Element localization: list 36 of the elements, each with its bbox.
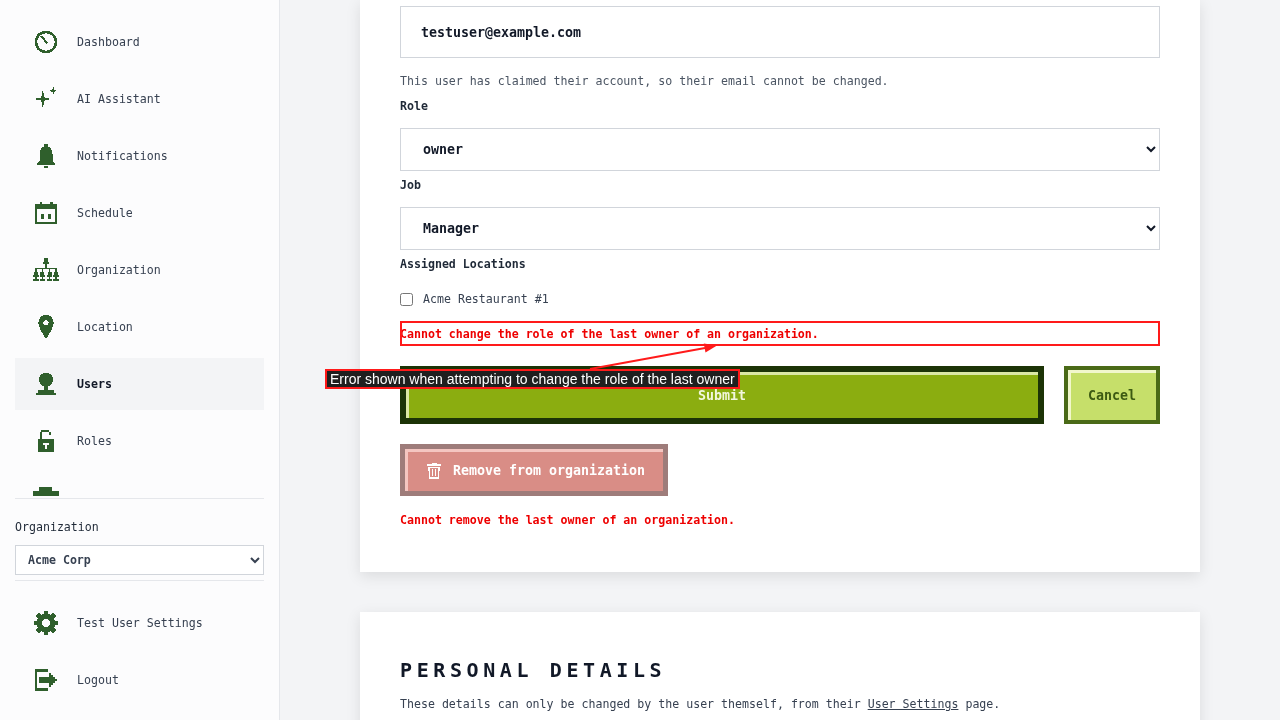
role-select[interactable]: owner <box>400 128 1160 171</box>
nav-item[interactable]: Organization <box>15 244 264 296</box>
person-icon <box>33 371 59 397</box>
cancel-button[interactable]: Cancel <box>1064 366 1160 424</box>
remove-error-text: Cannot remove the last owner of an organization. <box>400 513 736 527</box>
role-error-text: Cannot change the role of the last owner of an organization. <box>400 327 819 341</box>
org-chart-icon <box>33 257 59 283</box>
user-settings-link[interactable]: User Settings <box>867 697 959 711</box>
email-help-text: This user has claimed their account, so their email cannot be changed. <box>400 74 889 88</box>
section-title: PERSONAL DETAILS <box>400 657 667 683</box>
nav-item[interactable]: Test User Settings <box>15 597 264 649</box>
cut-off-icon <box>33 487 59 496</box>
locations-label: Assigned Locations <box>400 257 526 271</box>
nav-item[interactable]: Notifications <box>15 130 264 182</box>
nav-item[interactable]: Logout <box>15 654 264 706</box>
role-label: Role <box>400 99 428 113</box>
nav-item[interactable]: Users <box>15 358 264 410</box>
location-option-label: Acme Restaurant #1 <box>423 292 549 306</box>
email-field[interactable]: testuser@example.com <box>400 6 1160 58</box>
exit-arrow-icon <box>33 667 59 693</box>
trash-icon <box>426 461 442 479</box>
annotation-label: Error shown when attempting to change the role of the last owner <box>325 369 740 389</box>
nav-item[interactable]: AI Assistant <box>15 73 264 125</box>
organization-label: Organization <box>15 520 99 534</box>
nav-item[interactable]: Dashboard <box>15 16 264 68</box>
nav-item[interactable]: Schedule <box>15 187 264 239</box>
job-label: Job <box>400 178 421 192</box>
calendar-icon <box>33 200 59 226</box>
location-checkbox[interactable] <box>400 292 413 306</box>
gauge-icon <box>33 29 59 55</box>
nav-item[interactable]: Location <box>15 301 264 353</box>
details-note: These details can only be changed by the user themself, from their User Settings page. <box>400 697 1001 711</box>
gear-icon <box>33 610 59 636</box>
job-select[interactable]: Manager <box>400 207 1160 250</box>
nav-item[interactable]: Roles <box>15 415 264 467</box>
organization-select[interactable]: Acme Corp <box>15 545 264 575</box>
